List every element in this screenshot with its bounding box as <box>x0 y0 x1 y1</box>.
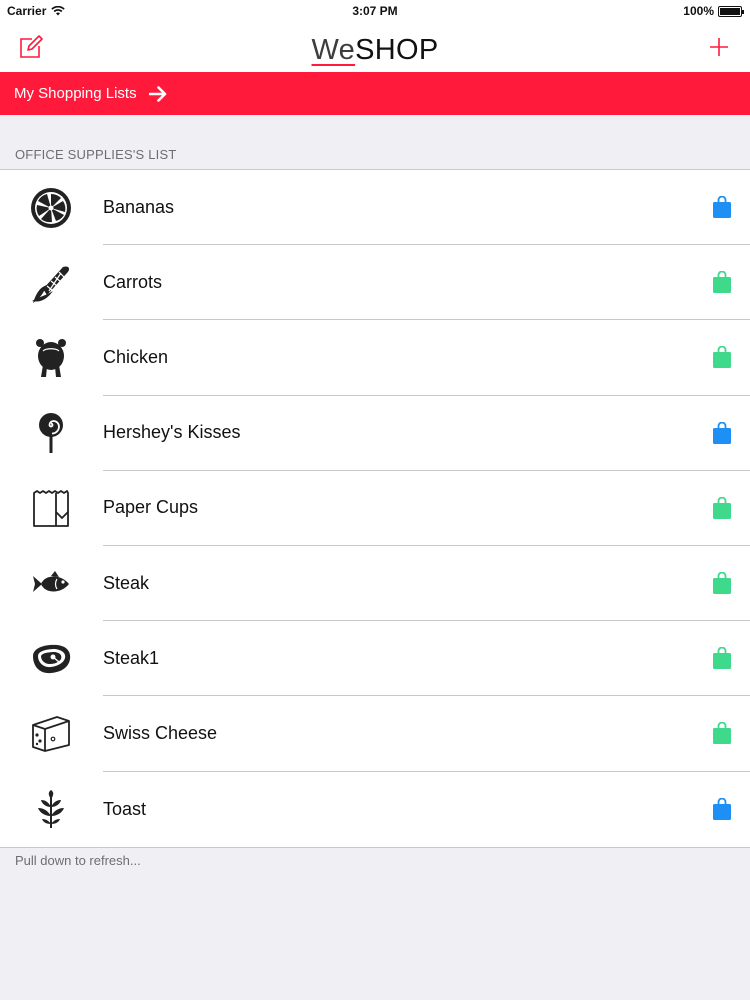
citrus-slice-icon <box>31 187 71 228</box>
list-item[interactable]: Toast <box>0 772 750 847</box>
item-label: Bananas <box>103 196 175 217</box>
banner-label: My Shopping Lists <box>14 85 137 102</box>
list-item[interactable]: Steak1 <box>0 621 750 697</box>
bag-status-green[interactable] <box>694 722 750 745</box>
herb-icon <box>38 790 64 829</box>
shopping-bag-icon <box>713 496 731 519</box>
status-right: 100% <box>683 4 744 18</box>
steak-icon <box>33 644 71 673</box>
bag-status-blue[interactable] <box>694 196 750 219</box>
bag-status-green[interactable] <box>694 572 750 595</box>
shopping-bag-icon <box>713 421 731 444</box>
shopping-bag-icon <box>713 647 731 670</box>
shopping-bag-icon <box>713 196 731 219</box>
bag-status-blue[interactable] <box>694 798 750 821</box>
status-time: 3:07 PM <box>352 4 398 18</box>
shopping-bag-icon <box>713 271 731 294</box>
paper-bag-icon <box>33 490 69 528</box>
list-item[interactable]: Swiss Cheese <box>0 696 750 772</box>
pull-to-refresh-hint: Pull down to refresh... <box>15 853 141 868</box>
item-label: Swiss Cheese <box>103 722 218 743</box>
navigation-bar: WeSHOP <box>0 22 750 72</box>
bag-status-green[interactable] <box>694 271 750 294</box>
status-bar: Carrier 3:07 PM 100% <box>0 0 750 22</box>
add-button[interactable] <box>696 22 742 72</box>
app-title: WeSHOP <box>0 34 750 67</box>
arrow-right-icon <box>148 85 166 102</box>
shopping-bag-icon <box>713 722 731 745</box>
app-title-shop: SHOP <box>355 34 439 66</box>
bag-status-green[interactable] <box>694 647 750 670</box>
item-label: Steak1 <box>103 647 160 668</box>
item-label: Hershey's Kisses <box>103 422 241 443</box>
item-label: Paper Cups <box>103 497 199 518</box>
shopping-bag-icon <box>713 798 731 821</box>
corn-icon <box>32 266 70 303</box>
list-item[interactable]: Hershey's Kisses <box>0 396 750 471</box>
item-label: Steak <box>103 572 150 593</box>
lollipop-icon <box>39 413 63 454</box>
bag-status-blue[interactable] <box>694 421 750 444</box>
item-label: Carrots <box>103 271 163 292</box>
cheese-icon <box>32 716 70 752</box>
list-item[interactable]: Carrots <box>0 245 750 321</box>
battery-icon <box>718 5 744 17</box>
shopping-list: Bananas Carrots Chicken Hershey's Kisses… <box>0 169 750 848</box>
shopping-bag-icon <box>713 346 731 369</box>
list-item[interactable]: Bananas <box>0 170 750 246</box>
bag-status-green[interactable] <box>694 346 750 369</box>
my-shopping-lists-banner[interactable]: My Shopping Lists <box>0 72 750 115</box>
list-item[interactable]: Steak <box>0 546 750 622</box>
item-label: Toast <box>103 798 147 819</box>
battery-percent: 100% <box>683 4 714 18</box>
app-title-we: We <box>311 34 356 66</box>
section-header: OFFICE SUPPLIES'S LIST <box>15 147 177 162</box>
shopping-bag-icon <box>713 572 731 595</box>
item-label: Chicken <box>103 346 169 367</box>
list-item[interactable]: Chicken <box>0 320 750 396</box>
roast-chicken-icon <box>36 338 66 377</box>
list-item[interactable]: Paper Cups <box>0 471 750 546</box>
bag-status-green[interactable] <box>694 496 750 519</box>
plus-icon <box>710 38 728 56</box>
fish-icon <box>33 570 69 592</box>
